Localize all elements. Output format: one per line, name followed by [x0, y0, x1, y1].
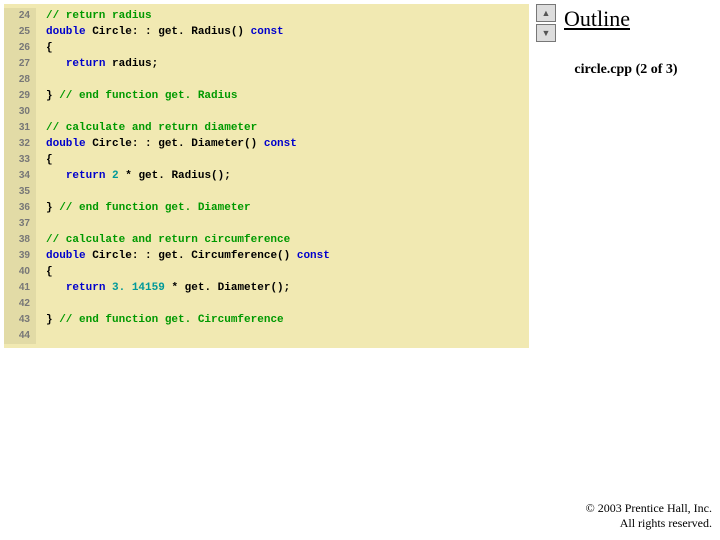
code-line: 29} // end function get. Radius: [4, 88, 529, 104]
line-number: 24: [4, 8, 36, 24]
code-line: 30: [4, 104, 529, 120]
code-content: return 2 * get. Radius();: [36, 168, 231, 184]
code-content: } // end function get. Diameter: [36, 200, 251, 216]
code-content: [36, 328, 53, 344]
code-content: // calculate and return circumference: [36, 232, 290, 248]
code-line: 26{: [4, 40, 529, 56]
line-number: 42: [4, 296, 36, 312]
copyright-line-1: © 2003 Prentice Hall, Inc.: [586, 501, 712, 517]
line-number: 37: [4, 216, 36, 232]
line-number: 34: [4, 168, 36, 184]
code-content: double Circle: : get. Radius() const: [36, 24, 284, 40]
line-number: 36: [4, 200, 36, 216]
line-number: 35: [4, 184, 36, 200]
code-content: {: [36, 40, 53, 56]
code-line: 36} // end function get. Diameter: [4, 200, 529, 216]
code-line: 31// calculate and return diameter: [4, 120, 529, 136]
line-number: 43: [4, 312, 36, 328]
line-number: 33: [4, 152, 36, 168]
line-number: 27: [4, 56, 36, 72]
code-line: 33{: [4, 152, 529, 168]
nav-buttons: ▲ ▼: [536, 4, 556, 44]
sidebar: ▲ ▼ Outline circle.cpp (2 of 3): [536, 4, 716, 78]
copyright-line-2: All rights reserved.: [586, 516, 712, 532]
code-content: [36, 104, 53, 120]
line-number: 32: [4, 136, 36, 152]
code-line: 27 return radius;: [4, 56, 529, 72]
nav-up-button[interactable]: ▲: [536, 4, 556, 22]
code-line: 35: [4, 184, 529, 200]
code-line: 42: [4, 296, 529, 312]
code-content: [36, 296, 53, 312]
code-line: 40{: [4, 264, 529, 280]
code-line: 32double Circle: : get. Diameter() const: [4, 136, 529, 152]
copyright: © 2003 Prentice Hall, Inc. All rights re…: [586, 501, 712, 532]
nav-down-button[interactable]: ▼: [536, 24, 556, 42]
code-content: [36, 72, 53, 88]
line-number: 26: [4, 40, 36, 56]
code-content: } // end function get. Circumference: [36, 312, 284, 328]
line-number: 28: [4, 72, 36, 88]
line-number: 25: [4, 24, 36, 40]
outline-link[interactable]: Outline: [536, 4, 716, 32]
line-number: 41: [4, 280, 36, 296]
code-content: return radius;: [36, 56, 158, 72]
code-listing: 24// return radius25double Circle: : get…: [4, 4, 529, 348]
code-content: // return radius: [36, 8, 152, 24]
code-line: 39double Circle: : get. Circumference() …: [4, 248, 529, 264]
code-content: {: [36, 152, 53, 168]
line-number: 40: [4, 264, 36, 280]
line-number: 38: [4, 232, 36, 248]
code-line: 28: [4, 72, 529, 88]
line-number: 31: [4, 120, 36, 136]
line-number: 30: [4, 104, 36, 120]
code-content: [36, 216, 53, 232]
code-content: return 3. 14159 * get. Diameter();: [36, 280, 290, 296]
code-content: } // end function get. Radius: [36, 88, 237, 104]
code-content: [36, 184, 53, 200]
line-number: 44: [4, 328, 36, 344]
code-line: 43} // end function get. Circumference: [4, 312, 529, 328]
code-line: 37: [4, 216, 529, 232]
code-line: 41 return 3. 14159 * get. Diameter();: [4, 280, 529, 296]
code-content: double Circle: : get. Circumference() co…: [36, 248, 330, 264]
file-label: circle.cpp (2 of 3): [536, 44, 716, 78]
code-line: 24// return radius: [4, 8, 529, 24]
code-content: // calculate and return diameter: [36, 120, 257, 136]
line-number: 39: [4, 248, 36, 264]
code-content: double Circle: : get. Diameter() const: [36, 136, 297, 152]
code-line: 34 return 2 * get. Radius();: [4, 168, 529, 184]
code-line: 25double Circle: : get. Radius() const: [4, 24, 529, 40]
code-content: {: [36, 264, 53, 280]
code-line: 38// calculate and return circumference: [4, 232, 529, 248]
line-number: 29: [4, 88, 36, 104]
code-line: 44: [4, 328, 529, 344]
